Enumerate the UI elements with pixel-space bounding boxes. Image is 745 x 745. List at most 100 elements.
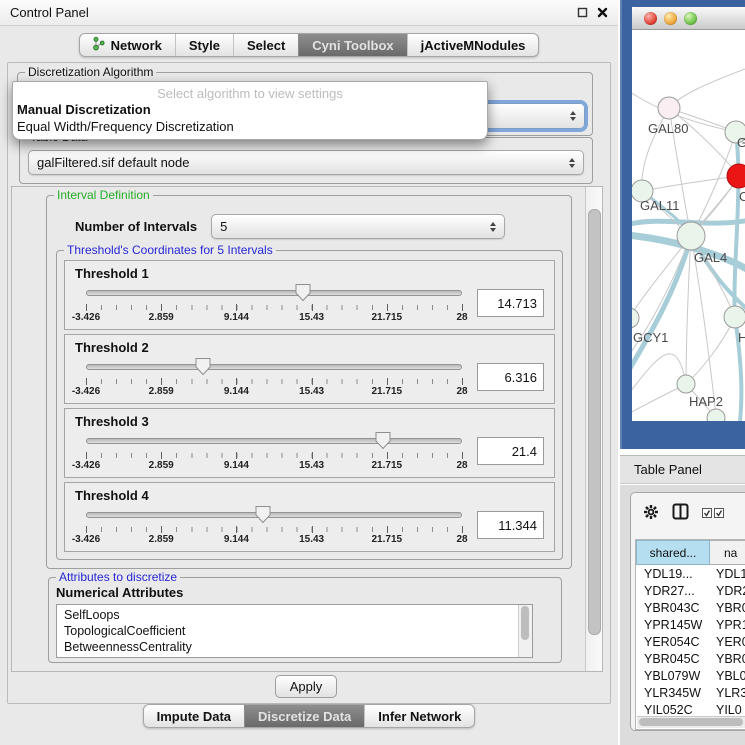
column-header-shared-name[interactable]: shared... — [636, 540, 710, 565]
list-scrollbar[interactable] — [518, 605, 532, 657]
major-tick — [312, 378, 313, 385]
cell-name[interactable]: YIL0 — [710, 703, 745, 717]
cell-name[interactable]: YBR0 — [710, 601, 745, 615]
table-row[interactable]: YER054C YER0 — [636, 633, 745, 650]
cell-shared-name[interactable]: YDR27... — [636, 584, 710, 598]
horizontal-scrollbar[interactable] — [637, 716, 745, 728]
node-table: shared... na YDL19... YDL1 YDR27... YDR2… — [635, 539, 745, 730]
option-manual-discretization[interactable]: Manual Discretization — [13, 101, 487, 118]
threshold-1-value-field[interactable]: 14.713 — [477, 289, 544, 317]
slider-thumb[interactable] — [375, 431, 392, 455]
slider-thumb[interactable] — [294, 283, 311, 307]
cell-shared-name[interactable]: YBL079W — [636, 669, 710, 683]
number-of-intervals-combobox[interactable]: 5 — [211, 214, 505, 239]
apply-button[interactable]: Apply — [275, 675, 338, 698]
table-row[interactable]: YBR045C YBR0 — [636, 650, 745, 667]
node-gal4[interactable] — [677, 222, 705, 250]
slider-track[interactable] — [86, 438, 462, 444]
tab-jactivemnodules[interactable]: jActiveMNodules — [407, 34, 539, 56]
tick-label: 9.144 — [224, 460, 249, 471]
node-red-selected[interactable] — [727, 164, 745, 188]
table-row[interactable]: YDL19... YDL1 — [636, 565, 745, 582]
cell-shared-name[interactable]: YIL052C — [636, 703, 710, 717]
edge[interactable] — [669, 108, 739, 176]
threshold-2-slider[interactable]: -3.426 2.859 9.144 15.43 21.715 28 — [86, 356, 462, 398]
close-window-icon[interactable] — [644, 12, 657, 25]
table-row[interactable]: YBL079W YBL0 — [636, 667, 745, 684]
cell-name[interactable]: YER0 — [710, 635, 745, 649]
major-tick — [462, 452, 463, 459]
columns-icon[interactable] — [672, 503, 689, 525]
threshold-3-slider[interactable]: -3.426 2.859 9.144 15.43 21.715 28 — [86, 430, 462, 472]
threshold-1-slider[interactable]: -3.426 2.859 9.144 15.43 21.715 28 — [86, 282, 462, 324]
cell-shared-name[interactable]: YPR145W — [636, 618, 710, 632]
cell-shared-name[interactable]: YDL19... — [636, 567, 710, 581]
edge[interactable] — [686, 317, 735, 384]
tab-network[interactable]: Network — [80, 34, 175, 56]
edge[interactable] — [669, 69, 745, 108]
control-panel: Control Panel — [0, 0, 618, 745]
table-header-row: shared... na — [636, 540, 745, 565]
cell-shared-name[interactable]: YER054C — [636, 635, 710, 649]
tab-discretize-data[interactable]: Discretize Data — [244, 705, 364, 727]
cell-name[interactable]: YBR0 — [710, 652, 745, 666]
horizontal-scrollbar-thumb[interactable] — [639, 718, 743, 726]
table-panel-card: shared... na YDL19... YDL1 YDR27... YDR2… — [630, 492, 745, 731]
close-panel-icon[interactable] — [597, 7, 608, 18]
network-window-titlebar[interactable] — [632, 7, 745, 30]
threshold-3-value-field[interactable]: 21.4 — [477, 437, 544, 465]
float-window-icon[interactable] — [577, 7, 588, 18]
network-canvas[interactable]: GAL80 G C GAL11 GAL4 GCY1 H HAP2 — [632, 29, 745, 421]
threshold-4-slider[interactable]: -3.426 2.859 9.144 15.43 21.715 28 — [86, 504, 462, 546]
cell-name[interactable]: YDR2 — [710, 584, 745, 598]
slider-minor-ticks — [86, 527, 462, 532]
tick-label: 2.859 — [149, 312, 174, 323]
cell-shared-name[interactable]: YBR043C — [636, 601, 710, 615]
slider-track[interactable] — [86, 512, 462, 518]
slider-track[interactable] — [86, 364, 462, 370]
gear-icon[interactable] — [643, 504, 659, 525]
tick-label: -3.426 — [72, 312, 100, 323]
edge[interactable] — [642, 176, 739, 191]
table-panel-titlebar: Table Panel — [620, 455, 745, 484]
slider-track[interactable] — [86, 290, 462, 296]
list-scrollbar-thumb[interactable] — [521, 606, 529, 640]
algorithm-placeholder-option[interactable]: Select algorithm to view settings — [13, 86, 487, 101]
table-data-combobox[interactable]: galFiltered.sif default node — [28, 150, 584, 175]
cell-shared-name[interactable]: YLR345W — [636, 686, 710, 700]
node-gal80[interactable] — [658, 97, 680, 119]
minimize-window-icon[interactable] — [664, 12, 677, 25]
node-h-partial[interactable] — [724, 306, 745, 328]
cell-shared-name[interactable]: YBR045C — [636, 652, 710, 666]
list-item[interactable]: BetweennessCentrality — [64, 639, 532, 655]
table-row[interactable]: YLR345W YLR3 — [636, 684, 745, 701]
node-hap2[interactable] — [677, 375, 695, 393]
zoom-window-icon[interactable] — [684, 12, 697, 25]
tab-style[interactable]: Style — [175, 34, 233, 56]
slider-thumb[interactable] — [254, 505, 271, 529]
option-equal-width-frequency[interactable]: Equal Width/Frequency Discretization — [13, 118, 487, 135]
column-header-name[interactable]: na — [710, 540, 745, 565]
node-gcy1[interactable] — [632, 308, 639, 328]
edge[interactable] — [632, 354, 686, 397]
tab-infer-network[interactable]: Infer Network — [364, 705, 474, 727]
cell-name[interactable]: YLR3 — [710, 686, 745, 700]
threshold-4-value-field[interactable]: 11.344 — [477, 511, 544, 539]
major-tick — [161, 304, 162, 311]
table-row[interactable]: YBR043C YBR0 — [636, 599, 745, 616]
tab-select[interactable]: Select — [233, 34, 298, 56]
tab-cyni-toolbox[interactable]: Cyni Toolbox — [298, 34, 406, 56]
vertical-scrollbar[interactable] — [585, 187, 602, 671]
tab-impute-data[interactable]: Impute Data — [144, 705, 244, 727]
table-row[interactable]: YPR145W YPR1 — [636, 616, 745, 633]
slider-thumb[interactable] — [194, 357, 211, 381]
list-item[interactable]: TopologicalCoefficient — [64, 623, 532, 639]
cell-name[interactable]: YPR1 — [710, 618, 745, 632]
vertical-scrollbar-thumb[interactable] — [588, 209, 601, 635]
threshold-2-value-field[interactable]: 6.316 — [477, 363, 544, 391]
cell-name[interactable]: YDL1 — [710, 567, 745, 581]
list-item[interactable]: SelfLoops — [64, 607, 532, 623]
cell-name[interactable]: YBL0 — [710, 669, 745, 683]
table-row[interactable]: YDR27... YDR2 — [636, 582, 745, 599]
select-columns-checkboxes-icon[interactable] — [702, 505, 724, 523]
